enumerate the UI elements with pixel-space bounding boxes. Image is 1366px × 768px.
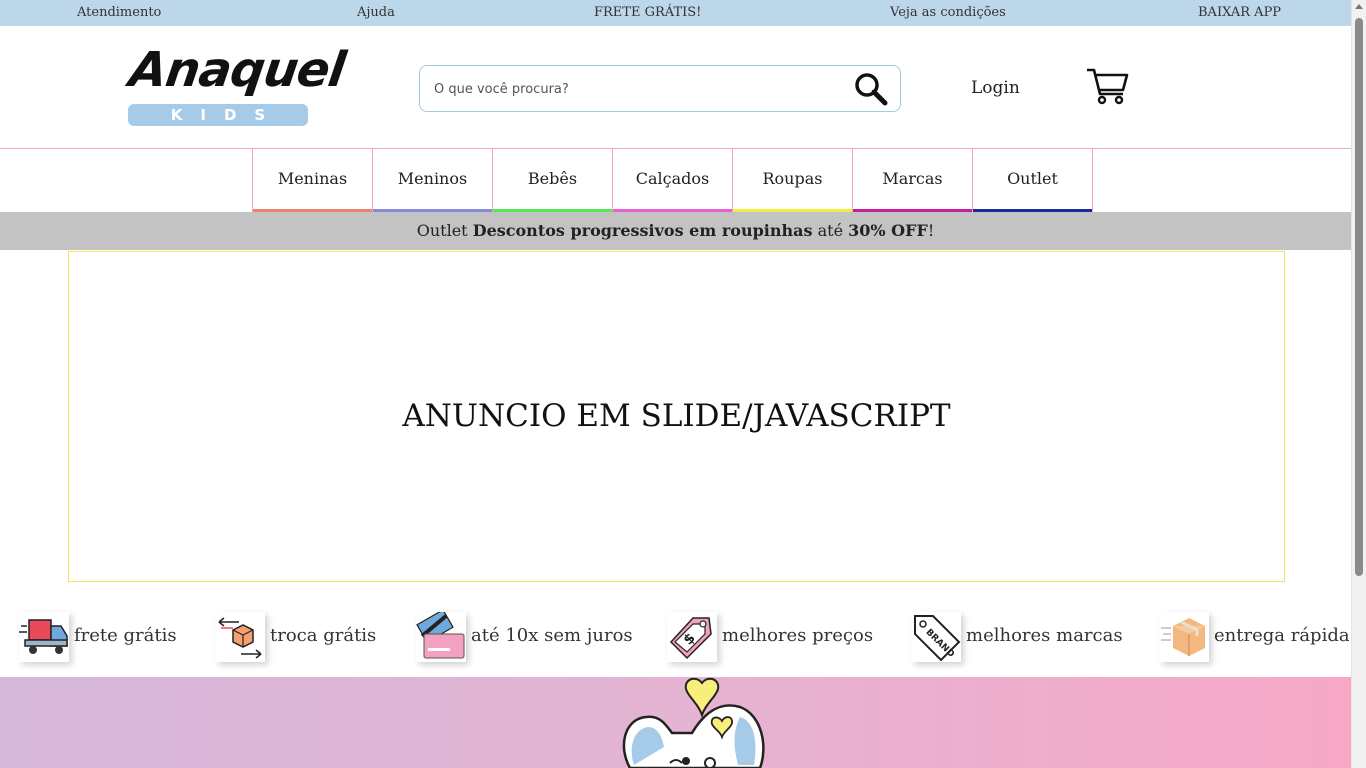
- feature-label: até 10x sem juros: [471, 625, 633, 646]
- mascot-banner: [0, 677, 1351, 768]
- price-tag-icon: $: [667, 612, 717, 662]
- credit-card-icon: [416, 612, 466, 662]
- promo-middle: até: [817, 221, 844, 240]
- nav-item-bebes[interactable]: Bebês: [492, 149, 613, 212]
- category-nav: Meninas Meninos Bebês Calçados Roupas Ma…: [252, 149, 1093, 212]
- promo-prefix: Outlet: [416, 221, 468, 240]
- elephant-mascot-icon: [622, 677, 765, 768]
- nav-item-label: Bebês: [527, 169, 578, 188]
- nav-item-label: Outlet: [1007, 169, 1058, 188]
- condicoes-link[interactable]: Veja as condições: [890, 5, 1006, 20]
- exchange-box-icon: [215, 612, 265, 662]
- login-link[interactable]: Login: [971, 78, 1020, 98]
- page-scrollbar[interactable]: [1351, 0, 1366, 768]
- scroll-up-arrow-icon[interactable]: [1355, 4, 1363, 9]
- nav-item-label: Marcas: [882, 169, 943, 188]
- search-box: [419, 65, 901, 112]
- search-input[interactable]: [434, 78, 834, 100]
- delivery-truck-icon: [19, 612, 69, 662]
- nav-item-label: Roupas: [762, 169, 823, 188]
- nav-item-outlet[interactable]: Outlet: [972, 149, 1093, 212]
- top-bar: Atendimento Ajuda FRETE GRÁTIS! Veja as …: [0, 0, 1351, 26]
- nav-item-label: Meninas: [277, 169, 348, 188]
- feature-label: melhores marcas: [966, 625, 1123, 646]
- promo-highlight: Descontos progressivos em roupinhas: [472, 221, 813, 240]
- search-icon[interactable]: [854, 72, 888, 106]
- logo-script-text: Anaquel: [126, 42, 349, 98]
- baixar-app-link[interactable]: BAIXAR APP: [1198, 5, 1281, 20]
- nav-item-marcas[interactable]: Marcas: [852, 149, 973, 212]
- nav-item-meninos[interactable]: Meninos: [372, 149, 493, 212]
- frete-gratis-text: FRETE GRÁTIS!: [594, 5, 702, 20]
- feature-label: frete grátis: [74, 625, 177, 646]
- ad-slide[interactable]: ANUNCIO EM SLIDE/JAVASCRIPT: [68, 251, 1285, 582]
- nav-item-roupas[interactable]: Roupas: [732, 149, 853, 212]
- fast-box-icon: [1159, 612, 1209, 662]
- nav-item-label: Calçados: [635, 169, 710, 188]
- feature-label: melhores preços: [722, 625, 874, 646]
- promo-suffix: !: [927, 221, 935, 240]
- promo-discount: 30% OFF: [848, 221, 928, 240]
- atendimento-link[interactable]: Atendimento: [77, 5, 161, 20]
- feature-label: troca grátis: [270, 625, 377, 646]
- logo-kids-badge: KIDS: [128, 104, 308, 126]
- shopping-cart-icon[interactable]: [1085, 66, 1129, 106]
- store-logo[interactable]: Anaquel KIDS: [126, 42, 348, 128]
- feature-label: entrega rápida: [1214, 625, 1350, 646]
- brand-tag-icon: BRAND: [911, 612, 961, 662]
- slide-placeholder-text: ANUNCIO EM SLIDE/JAVASCRIPT: [402, 398, 951, 434]
- nav-item-label: Meninos: [397, 169, 468, 188]
- nav-item-meninas[interactable]: Meninas: [252, 149, 373, 212]
- ajuda-link[interactable]: Ajuda: [357, 5, 395, 20]
- promo-strip[interactable]: Outlet Descontos progressivos em roupinh…: [0, 212, 1351, 250]
- scrollbar-thumb[interactable]: [1355, 18, 1363, 576]
- nav-item-calcados[interactable]: Calçados: [612, 149, 733, 212]
